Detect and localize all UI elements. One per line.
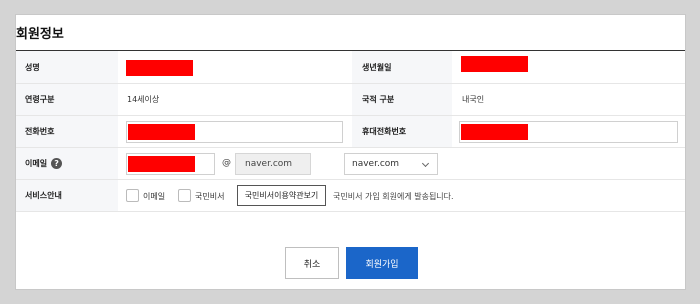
table-row: 이메일 ? @ naver.com naver.com — [16, 148, 685, 180]
help-icon[interactable]: ? — [51, 158, 63, 169]
terms-view-button[interactable]: 국민비서이용약관보기 — [237, 185, 326, 206]
cancel-button[interactable]: 취소 — [285, 247, 339, 279]
nationality-label: 국적 구분 — [352, 84, 452, 115]
birthdate-redacted — [461, 56, 528, 72]
table-row: 전화번호 휴대전화번호 — [16, 116, 685, 148]
email-domain-selected: naver.com — [352, 159, 400, 169]
mobile-label: 휴대전화번호 — [352, 116, 452, 147]
service-note: 국민비서 가입 회원에게 발송됩니다. — [333, 192, 454, 201]
member-info-panel: 회원정보 성명 생년월일 연령구분 14세이상 국적 구분 내국인 전화번호 휴… — [15, 14, 686, 290]
phone-redacted — [128, 124, 195, 140]
service-citizen-checkbox[interactable] — [178, 189, 191, 202]
email-label: 이메일 — [25, 159, 48, 168]
email-at-sign: @ — [222, 158, 231, 168]
email-domain-input[interactable]: naver.com — [235, 153, 311, 175]
member-info-table: 성명 생년월일 연령구분 14세이상 국적 구분 내국인 전화번호 휴대전화번호… — [16, 51, 685, 212]
name-redacted — [126, 60, 193, 76]
age-group-label: 연령구분 — [16, 84, 118, 115]
table-row: 연령구분 14세이상 국적 구분 내국인 — [16, 84, 685, 116]
table-row: 성명 생년월일 — [16, 51, 685, 84]
service-citizen-option: 국민비서 — [195, 192, 225, 201]
page-title: 회원정보 — [16, 27, 64, 42]
join-button[interactable]: 회원가입 — [346, 247, 418, 279]
email-label-cell: 이메일 ? — [16, 148, 118, 179]
email-domain-select[interactable]: naver.com — [344, 153, 438, 175]
name-label: 성명 — [16, 51, 118, 83]
nationality-value: 내국인 — [462, 95, 485, 104]
age-group-value: 14세이상 — [127, 95, 160, 104]
birthdate-label: 생년월일 — [352, 51, 452, 83]
email-id-redacted — [128, 156, 195, 172]
service-email-option: 이메일 — [143, 192, 166, 201]
service-label: 서비스안내 — [16, 180, 118, 211]
mobile-redacted — [461, 124, 528, 140]
service-email-checkbox[interactable] — [126, 189, 139, 202]
table-row: 서비스안내 이메일 국민비서 국민비서이용약관보기 국민비서 가입 회원에게 발… — [16, 180, 685, 212]
chevron-down-icon — [421, 159, 430, 168]
phone-label: 전화번호 — [16, 116, 118, 147]
